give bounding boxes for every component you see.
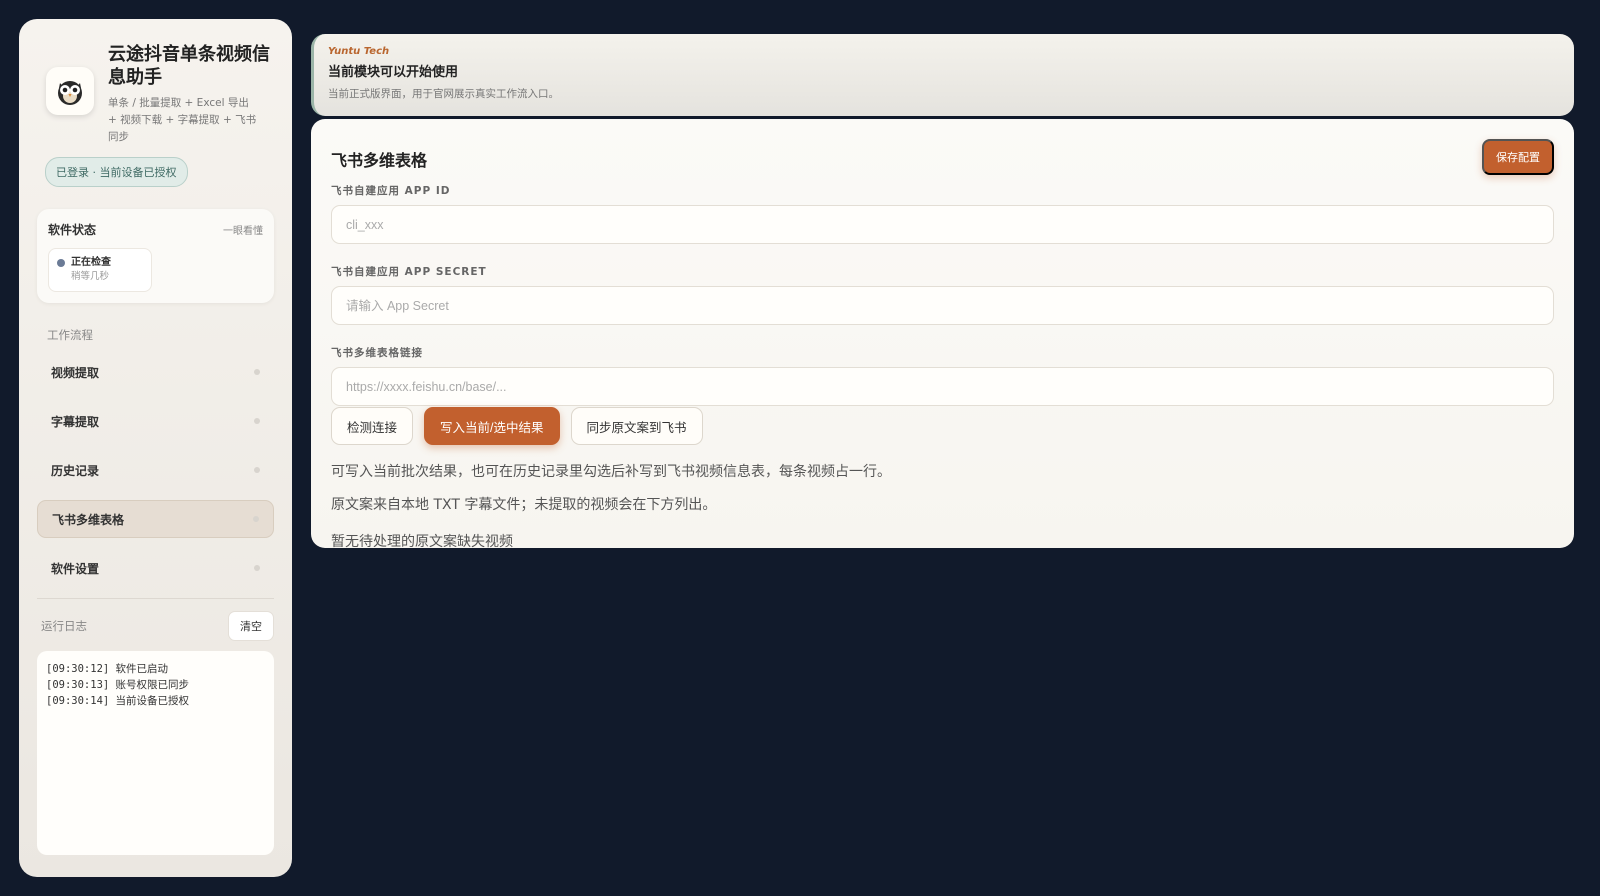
brand: 云途抖音单条视频信息助手 单条 / 批量提取 + Excel 导出 + 视频下载… bbox=[37, 43, 274, 146]
nav-dot-icon bbox=[254, 565, 260, 571]
description-line-1: 可写入当前批次结果，也可在历史记录里勾选后补写到飞书视频信息表，每条视频占一行。 bbox=[331, 464, 891, 480]
app-id-input[interactable] bbox=[331, 205, 1554, 244]
log-output[interactable]: [09:30:12] 软件已启动 [09:30:13] 账号权限已同步 [09:… bbox=[37, 651, 274, 855]
status-chip: 正在检查 稍等几秒 bbox=[48, 248, 152, 292]
log-line: [09:30:12] 软件已启动 bbox=[46, 663, 169, 675]
app-id-label: 飞书自建应用 APP ID bbox=[331, 185, 451, 197]
nav-item-video-extract[interactable]: 视频提取 bbox=[37, 353, 274, 391]
log-header: 运行日志 清空 bbox=[37, 611, 274, 641]
bitable-link-label: 飞书多维表格链接 bbox=[331, 347, 423, 359]
app-secret-input[interactable] bbox=[331, 286, 1554, 325]
status-dot-icon bbox=[57, 259, 65, 267]
banner-subtitle: 当前正式版界面，用于官网展示真实工作流入口。 bbox=[328, 88, 559, 100]
owl-logo-icon bbox=[46, 67, 94, 115]
app-secret-label: 飞书自建应用 APP SECRET bbox=[331, 266, 487, 278]
nav-item-history[interactable]: 历史记录 bbox=[37, 451, 274, 489]
missing-videos-empty-state: 暂无待处理的原文案缺失视频 bbox=[331, 534, 513, 550]
nav-item-subtitle-extract[interactable]: 字幕提取 bbox=[37, 402, 274, 440]
action-buttons: 检测连接 写入当前/选中结果 同步原文案到飞书 bbox=[331, 407, 1554, 445]
nav-item-label: 历史记录 bbox=[51, 463, 100, 478]
nav-dot-icon bbox=[253, 516, 259, 522]
status-chip-sub: 稍等几秒 bbox=[71, 271, 110, 282]
nav-dot-icon bbox=[254, 369, 260, 375]
status-chip-main: 正在检查 bbox=[71, 257, 111, 268]
banner-brand: Yuntu Tech bbox=[328, 46, 390, 57]
log-line: [09:30:13] 账号权限已同步 bbox=[46, 679, 190, 691]
log-title: 运行日志 bbox=[41, 619, 87, 633]
bitable-link-input[interactable] bbox=[331, 367, 1554, 406]
auth-status-badge: 已登录 · 当前设备已授权 bbox=[45, 157, 188, 187]
nav-item-label: 软件设置 bbox=[51, 561, 100, 576]
nav-item-feishu-bitable[interactable]: 飞书多维表格 bbox=[37, 500, 274, 538]
nav-item-label: 飞书多维表格 bbox=[52, 512, 125, 527]
nav-item-label: 字幕提取 bbox=[51, 414, 100, 429]
description-line-2: 原文案来自本地 TXT 字幕文件；未提取的视频会在下方列出。 bbox=[331, 497, 717, 513]
clear-log-button[interactable]: 清空 bbox=[228, 611, 274, 641]
write-results-button[interactable]: 写入当前/选中结果 bbox=[424, 407, 560, 445]
check-connection-button[interactable]: 检测连接 bbox=[331, 407, 414, 445]
status-title: 软件状态 bbox=[48, 223, 97, 237]
page-title: 飞书多维表格 bbox=[331, 151, 428, 170]
nav-item-label: 视频提取 bbox=[51, 365, 100, 380]
workflow-nav: 视频提取 字幕提取 历史记录 飞书多维表格 软件设置 bbox=[37, 353, 274, 587]
module-status-banner: Yuntu Tech 当前模块可以开始使用 当前正式版界面，用于官网展示真实工作… bbox=[311, 34, 1574, 116]
status-hint: 一眼看懂 bbox=[223, 226, 263, 237]
banner-title: 当前模块可以开始使用 bbox=[328, 65, 459, 80]
software-status-card: 软件状态 一眼看懂 正在检查 稍等几秒 bbox=[37, 209, 274, 303]
nav-dot-icon bbox=[254, 418, 260, 424]
nav-item-settings[interactable]: 软件设置 bbox=[37, 549, 274, 587]
app-subtitle: 单条 / 批量提取 + Excel 导出 + 视频下载 + 字幕提取 + 飞书同… bbox=[108, 97, 257, 143]
app-title: 云途抖音单条视频信息助手 bbox=[108, 44, 270, 88]
sync-text-button[interactable]: 同步原文案到飞书 bbox=[570, 407, 703, 445]
workflow-label: 工作流程 bbox=[47, 328, 93, 342]
nav-dot-icon bbox=[254, 467, 260, 473]
sidebar: 云途抖音单条视频信息助手 单条 / 批量提取 + Excel 导出 + 视频下载… bbox=[19, 19, 292, 877]
feishu-config-card: 飞书多维表格 保存配置 飞书自建应用 APP ID 飞书自建应用 APP SEC… bbox=[311, 119, 1574, 550]
sidebar-divider bbox=[37, 598, 274, 599]
save-config-button[interactable]: 保存配置 bbox=[1482, 139, 1554, 175]
log-line: [09:30:14] 当前设备已授权 bbox=[46, 695, 190, 707]
